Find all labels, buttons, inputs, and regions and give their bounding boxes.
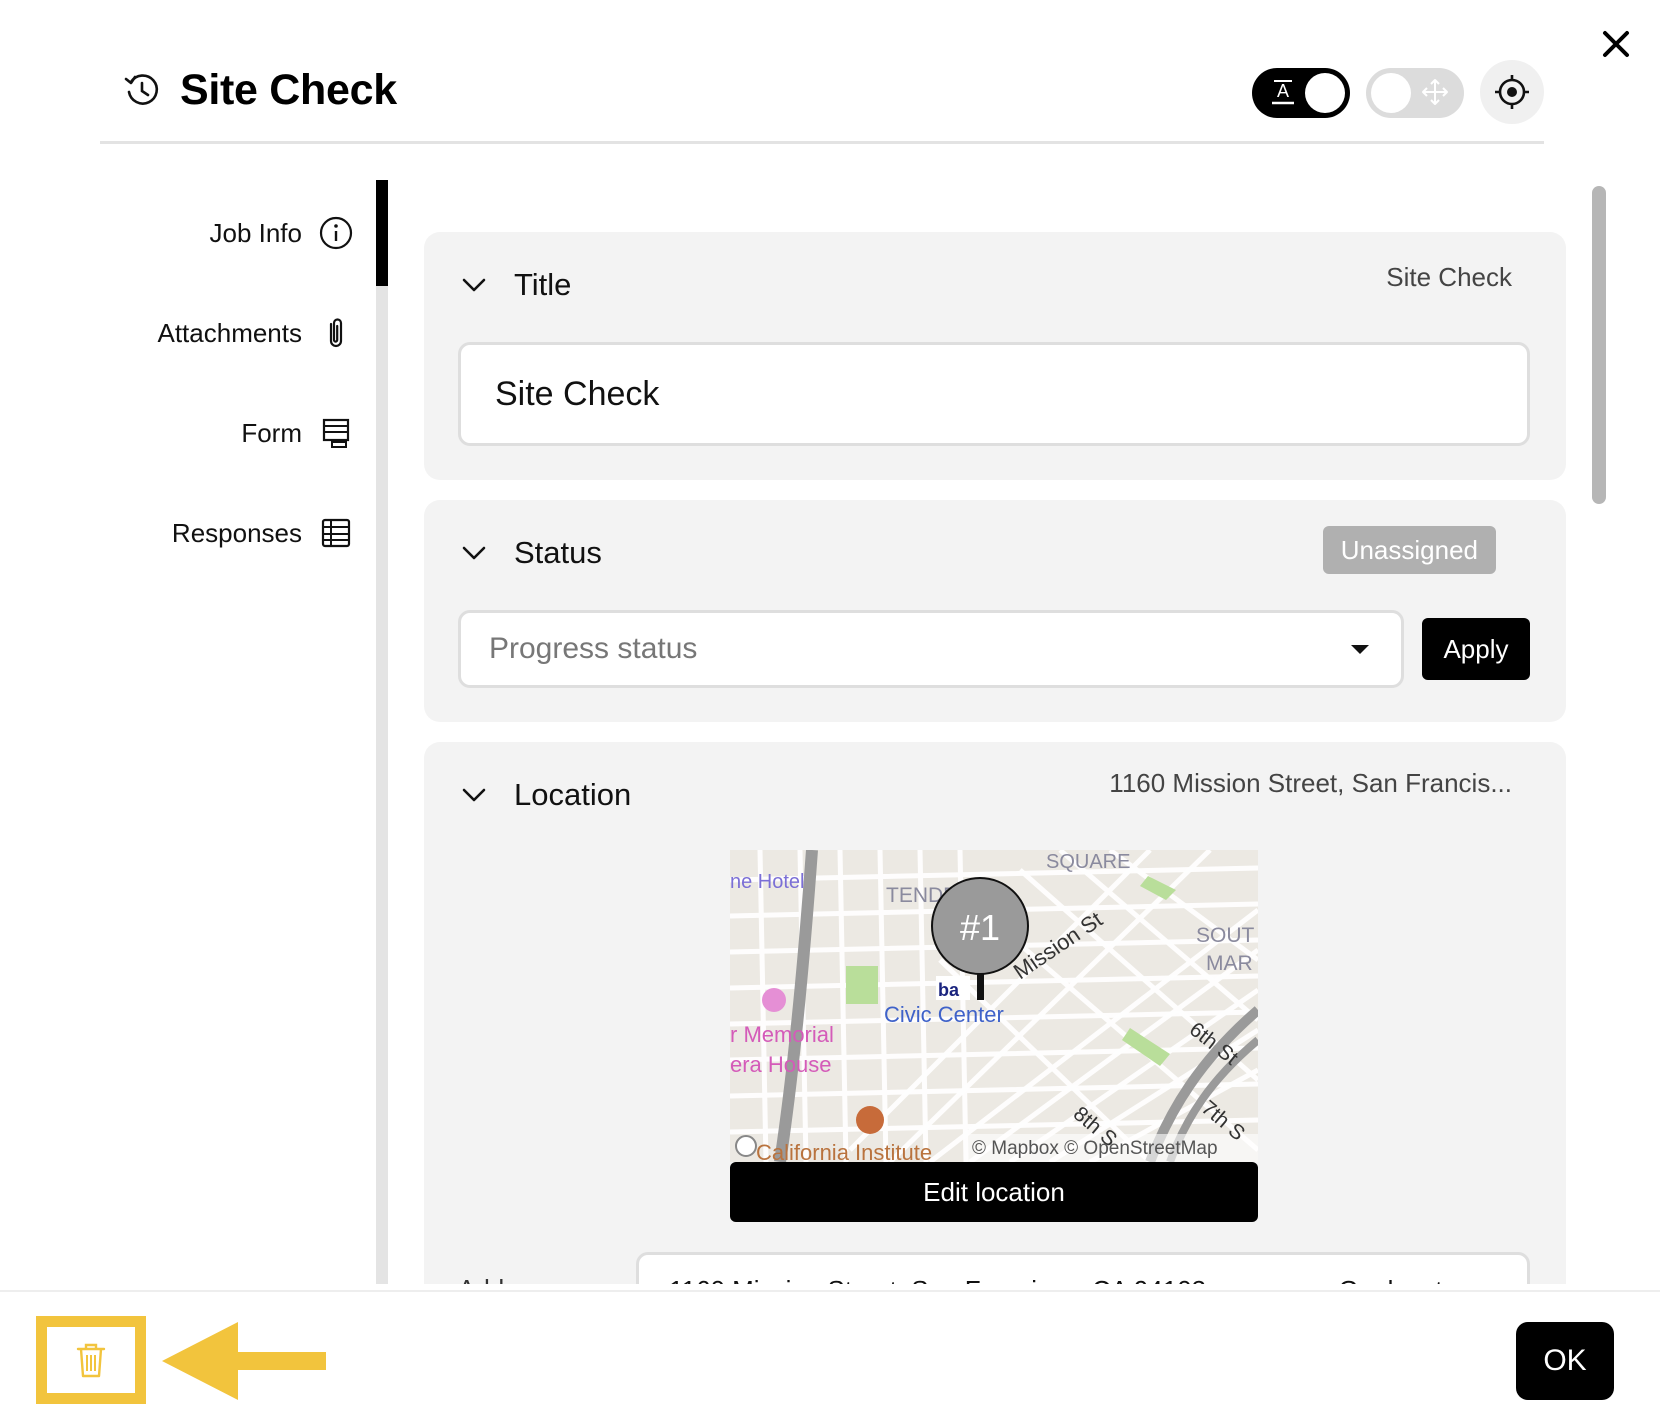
- sidebar-item-label: Attachments: [157, 317, 302, 348]
- section-label: Title: [514, 267, 572, 302]
- dialog-footer: OK: [0, 1290, 1660, 1418]
- text-mode-toggle[interactable]: A: [1252, 68, 1350, 118]
- dialog-header: Site Check A: [100, 60, 1544, 144]
- address-value: 1160 Mission Street, San Francisco, CA 9…: [669, 1275, 1206, 1284]
- ok-button[interactable]: OK: [1516, 1322, 1614, 1400]
- title-section-toggle[interactable]: Title: [460, 260, 571, 310]
- sidebar-item-form[interactable]: Form: [241, 408, 354, 458]
- text-format-glyph: A: [1277, 81, 1289, 101]
- map-label: era House: [730, 1052, 832, 1077]
- section-label: Status: [514, 535, 602, 570]
- form-icon: [322, 418, 350, 448]
- title-summary: Site Check: [1386, 262, 1512, 292]
- status-card: Status Unassigned Progress status Apply: [424, 500, 1566, 722]
- arrow-left-icon: [162, 1322, 326, 1400]
- scrollbar-thumb[interactable]: [1592, 186, 1606, 504]
- caret-down-icon: [1351, 645, 1369, 654]
- map-attribution: © Mapbox © OpenStreetMap: [972, 1138, 1218, 1159]
- toggle-knob: [1371, 73, 1411, 113]
- section-label: Location: [514, 777, 632, 812]
- info-icon: [319, 216, 353, 250]
- map-label: r Memorial: [730, 1022, 834, 1047]
- nav-active-indicator: [376, 180, 388, 286]
- location-card: Location 1160 Mission Street, San Franci…: [424, 742, 1566, 1284]
- nav-rail: [376, 180, 388, 1284]
- chevron-down-icon: [462, 788, 486, 802]
- move-mode-toggle[interactable]: [1366, 68, 1464, 118]
- location-summary: 1160 Mission Street, San Francis...: [1109, 768, 1512, 798]
- address-label: Address:: [458, 1274, 561, 1284]
- sidebar-item-label: Responses: [171, 517, 302, 548]
- map-canvas: SQUARE TENDE ne Hotel SOUT MAR Mission S…: [730, 850, 1258, 1162]
- location-map[interactable]: SQUARE TENDE ne Hotel SOUT MAR Mission S…: [730, 850, 1258, 1162]
- geolocate-button[interactable]: Geolocate: [1338, 1275, 1457, 1284]
- map-label: SQUARE: [1046, 851, 1130, 873]
- chevron-down-icon: [462, 546, 486, 560]
- sidebar-item-label: Job Info: [209, 217, 302, 248]
- sidebar-item-attachments[interactable]: Attachments: [157, 308, 354, 358]
- select-placeholder: Progress status: [489, 632, 698, 665]
- title-input[interactable]: Site Check: [458, 342, 1530, 446]
- page-title: Site Check: [180, 66, 397, 114]
- toggle-knob: [1305, 73, 1345, 113]
- move-icon: [1422, 79, 1448, 105]
- map-label: California Institute: [756, 1140, 932, 1162]
- map-label: ne Hotel: [730, 871, 805, 893]
- transit-icon: ba: [938, 980, 960, 1000]
- status-section-toggle[interactable]: Status: [460, 528, 602, 578]
- sidebar-item-job-info[interactable]: Job Info: [209, 208, 354, 258]
- close-icon: [1603, 31, 1629, 57]
- location-section-toggle[interactable]: Location: [460, 770, 631, 820]
- status-badge: Unassigned: [1322, 526, 1496, 574]
- close-button[interactable]: [1596, 24, 1636, 64]
- map-label: SOUT: [1196, 924, 1255, 947]
- address-input[interactable]: 1160 Mission Street, San Francisco, CA 9…: [636, 1252, 1530, 1284]
- title-card: Title Site Check Site Check: [424, 232, 1566, 480]
- form-content[interactable]: Title Site Check Site Check Status Unass…: [388, 180, 1600, 1284]
- progress-status-select[interactable]: Progress status: [458, 610, 1404, 688]
- apply-button[interactable]: Apply: [1422, 618, 1530, 680]
- sidebar-item-responses[interactable]: Responses: [172, 508, 354, 558]
- delete-button[interactable]: [36, 1316, 146, 1404]
- text-format-icon: A: [1272, 80, 1294, 105]
- history-icon: [124, 74, 159, 105]
- table-icon: [321, 518, 351, 548]
- chevron-down-icon: [462, 278, 486, 292]
- edit-location-button[interactable]: Edit location: [730, 1162, 1258, 1222]
- sidebar-item-label: Form: [241, 417, 302, 448]
- map-label: MAR: [1206, 952, 1253, 975]
- locate-button[interactable]: [1480, 60, 1544, 124]
- marker-label: #1: [960, 907, 1000, 948]
- trash-icon: [76, 1343, 106, 1378]
- paperclip-icon: [329, 318, 343, 348]
- map-label: Civic Center: [884, 1002, 1004, 1027]
- crosshair-icon: [1495, 75, 1529, 109]
